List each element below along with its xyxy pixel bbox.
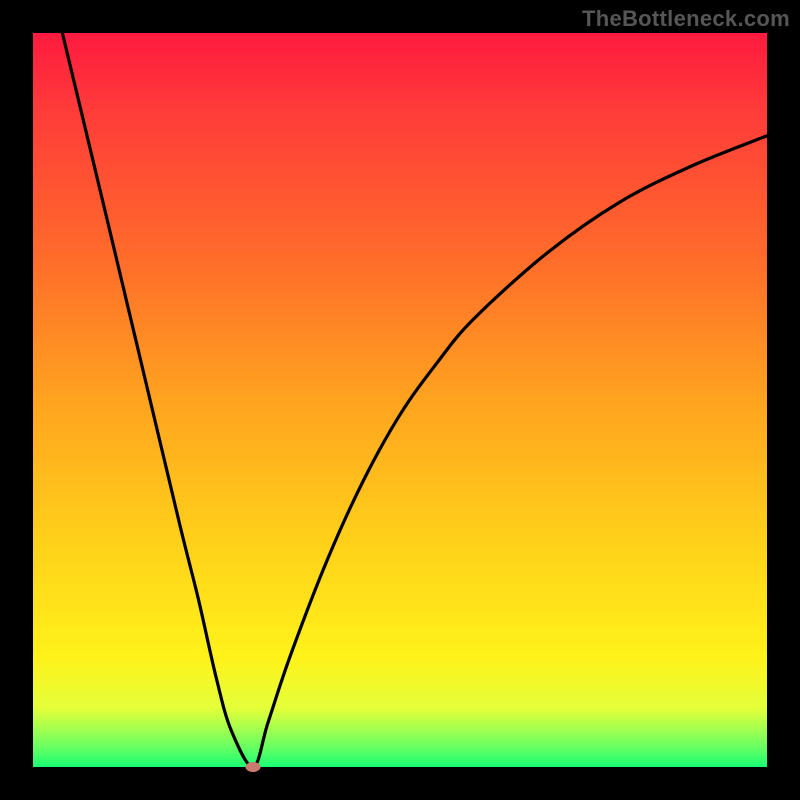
bottleneck-curve-path xyxy=(62,33,767,767)
optimal-point-marker xyxy=(246,762,261,772)
watermark-text: TheBottleneck.com xyxy=(582,6,790,32)
plot-area xyxy=(33,33,767,767)
chart-frame: TheBottleneck.com xyxy=(0,0,800,800)
curve-svg xyxy=(33,33,767,767)
